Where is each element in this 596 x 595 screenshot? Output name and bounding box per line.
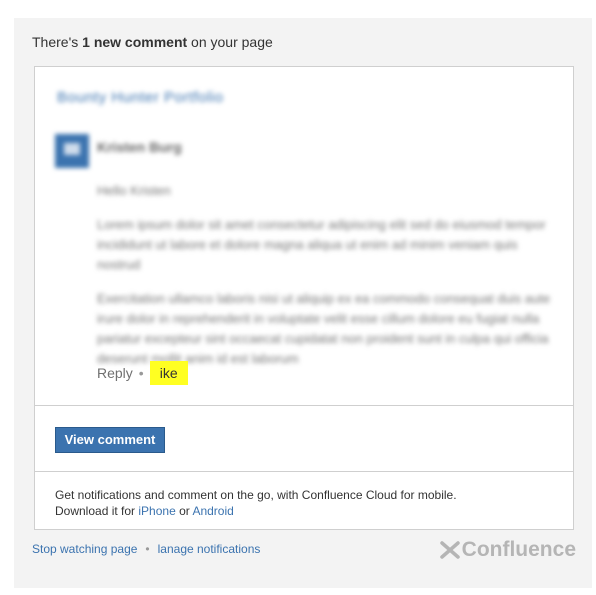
comment-actions: Reply • ike [97,361,188,385]
divider [35,405,573,406]
mobile-promo: Get notifications and comment on the go,… [55,487,457,519]
or-text: or [175,504,193,518]
comment-card: Bounty Hunter Portfolio Kristen Burg Hel… [34,66,574,530]
divider [35,471,573,472]
reply-link[interactable]: Reply [97,365,133,381]
separator-dot: • [145,542,150,556]
footer-links: Stop watching page • lanage notification… [32,542,260,556]
view-comment-button[interactable]: View comment [55,427,165,453]
comment-author: Kristen Burg [97,139,182,155]
mobile-promo-line2: Download it for iPhone or Android [55,503,457,519]
page-link[interactable]: Bounty Hunter Portfolio [57,89,224,106]
header-prefix: There's [32,34,83,50]
email-container: There's 1 new comment on your page Bount… [14,18,592,588]
header-suffix: on your page [187,34,273,50]
logo-text: Confluence [461,538,576,561]
comment-body: Hello Kristen Lorem ipsum dolor sit amet… [97,181,557,383]
separator-dot: • [138,365,144,381]
download-prefix: Download it for [55,504,139,518]
avatar [55,134,89,168]
manage-notifications-link[interactable]: lanage notifications [158,542,261,556]
stop-watching-link[interactable]: Stop watching page [32,542,137,556]
mobile-promo-line1: Get notifications and comment on the go,… [55,488,457,502]
comment-paragraph: Exercitation ullamco laboris nisi ut ali… [97,291,551,366]
comment-paragraph: Lorem ipsum dolor sit amet consectetur a… [97,217,546,272]
iphone-link[interactable]: iPhone [138,504,175,518]
notification-header: There's 1 new comment on your page [32,34,273,50]
comment-paragraph: Hello Kristen [97,183,171,198]
confluence-logo: Confluence [439,538,576,562]
header-highlight: 1 new comment [82,34,188,50]
android-link[interactable]: Android [192,504,233,518]
like-link[interactable]: ike [149,361,188,385]
confluence-x-icon [439,541,460,559]
